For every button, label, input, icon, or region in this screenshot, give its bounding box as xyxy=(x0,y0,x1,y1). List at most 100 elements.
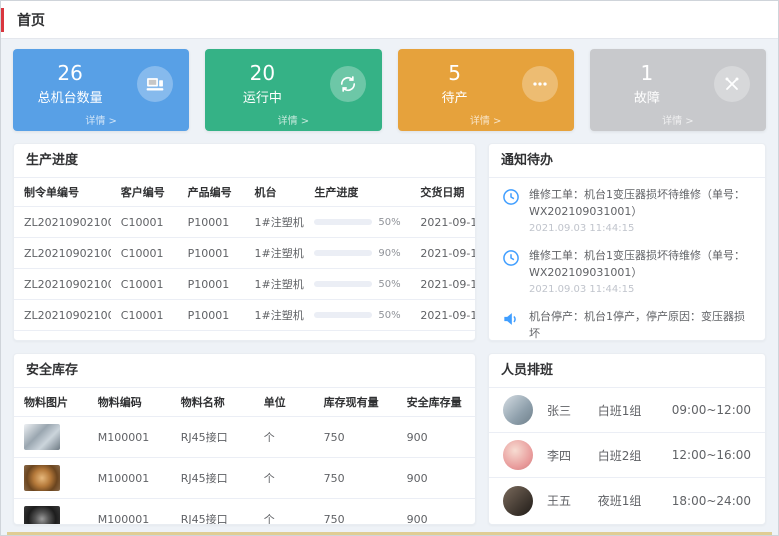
cell-delivery-date: 2021-09-10 xyxy=(410,207,475,238)
cell-material-code: M100001 xyxy=(88,499,171,526)
cell-progress: 50% xyxy=(304,207,410,238)
stat-card-waiting[interactable]: 5 待产 详情 > xyxy=(398,49,574,131)
column-header: 制令单编号 xyxy=(14,178,111,207)
safety-stock-panel: 安全库存 物料图片 物料编码 物料名称 单位 库存现有量 安全库存量 xyxy=(13,353,476,525)
person-name: 王五 xyxy=(547,492,584,509)
cell-order-no: ZL202109021001 xyxy=(14,331,111,342)
schedule-row: 张三 白班1组 09:00~12:00 xyxy=(489,388,765,433)
bottom-row: 安全库存 物料图片 物料编码 物料名称 单位 库存现有量 安全库存量 xyxy=(13,353,766,525)
table-row: ZL202109021001 C10001 P10001 1#注塑机 50% 2… xyxy=(14,300,475,331)
cell-product-no: P10001 xyxy=(178,331,245,342)
stat-value: 26 xyxy=(19,62,121,84)
panel-title: 安全库存 xyxy=(14,354,475,388)
notices-panel: 通知待办 维修工单：机台1变压器损坏待维修（单号：WX202109031001）… xyxy=(488,143,766,341)
table-row: ZL202109021001 C10001 P10001 1#注塑机 50% 2… xyxy=(14,269,475,300)
cell-progress: 50% xyxy=(304,331,410,342)
dashboard-root: 首页 26 总机台数量 详情 > 20 运行中 xyxy=(0,0,779,536)
clock-icon xyxy=(501,187,521,207)
progress-bar xyxy=(314,281,372,287)
column-header: 机台 xyxy=(244,178,304,207)
progress-label: 90% xyxy=(378,248,400,259)
running-sync-icon xyxy=(330,66,366,102)
table-row: M100001 RJ45接口 个 750 900 xyxy=(14,458,475,499)
detail-link[interactable]: 详情 > xyxy=(13,112,189,127)
cell-customer-no: C10001 xyxy=(111,269,178,300)
progress-label: 50% xyxy=(378,310,400,321)
detail-link[interactable]: 详情 > xyxy=(398,112,574,127)
table-row: ZL202109021001 C10001 P10001 1#注塑机 50% 2… xyxy=(14,207,475,238)
cell-unit: 个 xyxy=(254,458,314,499)
column-header: 物料编码 xyxy=(88,388,171,417)
notice-item[interactable]: 机台停产：机台1停产，停产原因：变压器损坏 xyxy=(489,300,765,341)
stat-label: 故障 xyxy=(596,87,698,106)
clock-icon xyxy=(501,248,521,268)
panel-title: 通知待办 xyxy=(489,144,765,178)
cell-progress: 90% xyxy=(304,238,410,269)
schedule-row: 李四 白班2组 12:00~16:00 xyxy=(489,433,765,478)
cell-material-name: RJ45接口 xyxy=(171,458,254,499)
column-header: 单位 xyxy=(254,388,314,417)
progress-label: 50% xyxy=(378,279,400,290)
notice-text: 维修工单：机台1变压器损坏待维修（单号：WX202109031001） xyxy=(529,187,753,220)
detail-link[interactable]: 详情 > xyxy=(205,112,381,127)
table-row: ZL202109021001 C10001 P10001 1#注塑机 90% 2… xyxy=(14,238,475,269)
stat-label: 总机台数量 xyxy=(19,87,121,106)
rj45-connector-photo xyxy=(24,424,60,450)
cell-order-no: ZL202109021001 xyxy=(14,269,111,300)
cell-machine: 1#注塑机 xyxy=(244,300,304,331)
notice-item[interactable]: 维修工单：机台1变压器损坏待维修（单号：WX202109031001） 2021… xyxy=(489,239,765,300)
cell-order-no: ZL202109021001 xyxy=(14,300,111,331)
detail-link[interactable]: 详情 > xyxy=(590,112,766,127)
column-header: 交货日期 xyxy=(410,178,475,207)
table-row: ZL202109021001 C10001 P10001 1#注塑机 50% 2… xyxy=(14,331,475,342)
column-header: 库存现有量 xyxy=(314,388,397,417)
progress-label: 50% xyxy=(378,217,400,228)
page-title: 首页 xyxy=(17,10,45,30)
stat-card-fault[interactable]: 1 故障 详情 > xyxy=(590,49,766,131)
cell-stock: 750 xyxy=(314,417,397,458)
cell-material-name: RJ45接口 xyxy=(171,499,254,526)
shift-label: 白班2组 xyxy=(598,447,658,464)
cell-product-no: P10001 xyxy=(178,300,245,331)
table-header-row: 制令单编号 客户编号 产品编号 机台 生产进度 交货日期 xyxy=(14,178,475,207)
content-area: 26 总机台数量 详情 > 20 运行中 详情 > xyxy=(1,39,778,536)
cell-product-no: P10001 xyxy=(178,269,245,300)
shift-label: 夜班1组 xyxy=(598,492,658,509)
stat-card-total-machines[interactable]: 26 总机台数量 详情 > xyxy=(13,49,189,131)
person-name: 张三 xyxy=(547,402,584,419)
column-header: 客户编号 xyxy=(111,178,178,207)
notice-item[interactable]: 维修工单：机台1变压器损坏待维修（单号：WX202109031001） 2021… xyxy=(489,178,765,239)
production-progress-panel: 生产进度 制令单编号 客户编号 产品编号 机台 生产进度 交货日期 xyxy=(13,143,476,341)
stat-card-running[interactable]: 20 运行中 详情 > xyxy=(205,49,381,131)
shift-time: 12:00~16:00 xyxy=(672,448,751,462)
panel-title: 人员排班 xyxy=(489,354,765,388)
panel-title: 生产进度 xyxy=(14,144,475,178)
machine-icon xyxy=(137,66,173,102)
schedule-row: 王五 夜班1组 18:00~24:00 xyxy=(489,478,765,523)
stat-cards-row: 26 总机台数量 详情 > 20 运行中 详情 > xyxy=(13,49,766,131)
cell-safety-stock: 900 xyxy=(397,499,475,526)
production-table: 制令单编号 客户编号 产品编号 机台 生产进度 交货日期 ZL202109021… xyxy=(14,178,475,341)
speaker-icon xyxy=(501,309,521,329)
cell-safety-stock: 900 xyxy=(397,417,475,458)
bottom-edge-strip xyxy=(7,532,772,535)
avatar xyxy=(503,395,533,425)
avatar xyxy=(503,440,533,470)
cell-unit: 个 xyxy=(254,499,314,526)
progress-label: 50% xyxy=(378,341,400,342)
avatar xyxy=(503,486,533,516)
progress-bar xyxy=(314,312,372,318)
notice-text: 机台停产：机台1停产，停产原因：变压器损坏 xyxy=(529,309,753,341)
table-row: M100001 RJ45接口 个 750 900 xyxy=(14,499,475,526)
stat-label: 待产 xyxy=(404,87,506,106)
column-header: 物料图片 xyxy=(14,388,88,417)
stat-value: 5 xyxy=(404,62,506,84)
cell-order-no: ZL202109021001 xyxy=(14,238,111,269)
notice-text: 维修工单：机台1变压器损坏待维修（单号：WX202109031001） xyxy=(529,248,753,281)
stat-label: 运行中 xyxy=(211,87,313,106)
ellipsis-icon xyxy=(522,66,558,102)
safety-stock-table: 物料图片 物料编码 物料名称 单位 库存现有量 安全库存量 M100001 R xyxy=(14,388,475,525)
shift-time: 18:00~24:00 xyxy=(672,494,751,508)
cell-order-no: ZL202109021001 xyxy=(14,207,111,238)
column-header: 安全库存量 xyxy=(397,388,475,417)
